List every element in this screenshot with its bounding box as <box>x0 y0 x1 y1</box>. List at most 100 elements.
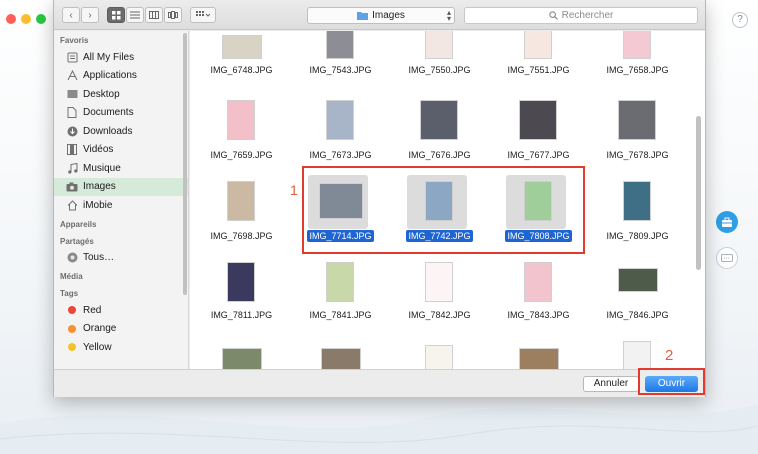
file-item[interactable]: IMG_7842.JPG <box>390 260 489 336</box>
file-item[interactable]: IMG_7543.JPG <box>291 31 390 75</box>
file-item[interactable]: IMG_7673.JPG <box>291 96 390 172</box>
tag-dot-icon <box>66 341 78 353</box>
chevron-left-icon: ‹ <box>69 9 73 21</box>
sidebar-tag-red[interactable]: Red <box>54 301 188 320</box>
zoom-window-button[interactable] <box>36 14 46 24</box>
file-item[interactable]: IMG_7659.JPG <box>192 96 291 172</box>
videos-icon <box>66 144 78 156</box>
columns-icon <box>149 11 159 19</box>
file-item[interactable] <box>489 345 588 369</box>
dialog-toolbar: ‹ › Images ▴ ▾ Rechercher <box>54 0 705 30</box>
sidebar-item-music[interactable]: Musique <box>54 159 188 178</box>
selection-annotation-box <box>302 166 585 254</box>
sidebar-section-title: Favoris <box>60 36 89 45</box>
documents-icon <box>66 107 78 119</box>
image-thumbnail <box>425 31 453 59</box>
file-item[interactable]: IMG_7551.JPG <box>489 31 588 75</box>
file-name: IMG_7842.JPG <box>408 310 471 320</box>
image-thumbnail <box>326 100 354 140</box>
image-thumbnail <box>524 262 552 302</box>
file-item[interactable]: IMG_7678.JPG <box>588 96 687 172</box>
cover-flow-view-button[interactable] <box>164 7 182 23</box>
sidebar-tag-orange[interactable]: Orange <box>54 320 188 339</box>
file-name: IMG_7659.JPG <box>210 150 273 160</box>
image-thumbnail <box>425 345 453 369</box>
step-number-1: 1 <box>290 182 298 198</box>
file-item[interactable]: IMG_7841.JPG <box>291 260 390 336</box>
file-item[interactable]: IMG_7846.JPG <box>588 260 687 336</box>
image-thumbnail <box>623 181 651 221</box>
sidebar-item-all-my-files[interactable]: All My Files <box>54 48 188 67</box>
file-item[interactable]: IMG_7809.JPG <box>588 179 687 255</box>
sidebar-section-title: Partagés <box>60 236 94 246</box>
image-thumbnail <box>618 268 658 292</box>
file-item[interactable]: IMG_6748.JPG <box>192 31 291 75</box>
location-label: Images <box>372 10 405 21</box>
minimize-window-button[interactable] <box>21 14 31 24</box>
grid-icon <box>111 10 120 19</box>
window-controls <box>6 14 46 24</box>
sidebar-item-label: Applications <box>83 70 137 82</box>
file-name: IMG_7658.JPG <box>606 65 669 75</box>
back-button[interactable]: ‹ <box>62 7 80 23</box>
sidebar-item-label: Yellow <box>83 341 112 353</box>
images-icon <box>66 181 78 193</box>
list-view-button[interactable] <box>126 7 144 23</box>
group-by-button[interactable] <box>190 7 216 23</box>
sidebar-item-images[interactable]: Images <box>54 177 188 196</box>
file-name: IMG_7841.JPG <box>309 310 372 320</box>
sidebar-item-imobie[interactable]: iMobie <box>54 196 188 215</box>
search-input[interactable]: Rechercher <box>464 7 698 24</box>
sidebar-item-label: Downloads <box>83 125 133 137</box>
file-name: IMG_7809.JPG <box>606 231 669 241</box>
open-button-annotation-box <box>638 368 705 395</box>
image-thumbnail <box>524 31 552 59</box>
file-name: IMG_7551.JPG <box>507 65 570 75</box>
file-name: IMG_7843.JPG <box>507 310 570 320</box>
image-thumbnail <box>227 181 255 221</box>
sidebar-item-label: All My Files <box>83 51 135 63</box>
cancel-button[interactable]: Annuler <box>583 376 639 392</box>
file-item[interactable]: IMG_7550.JPG <box>390 31 489 75</box>
sidebar-section-title: Tags <box>60 289 79 298</box>
music-icon <box>66 162 78 174</box>
device-button[interactable] <box>716 247 738 269</box>
column-view-button[interactable] <box>145 7 163 23</box>
file-item[interactable]: IMG_7843.JPG <box>489 260 588 336</box>
image-thumbnail <box>326 31 354 59</box>
file-item[interactable] <box>291 345 390 369</box>
icon-view-button[interactable] <box>107 7 125 23</box>
help-button[interactable]: ? <box>732 12 748 28</box>
sidebar-item-applications[interactable]: Applications <box>54 67 188 86</box>
file-name: IMG_7673.JPG <box>309 150 372 160</box>
folder-icon <box>357 12 369 20</box>
image-thumbnail <box>519 348 559 369</box>
sidebar-scrollbar[interactable] <box>183 33 187 295</box>
home-icon <box>66 199 78 211</box>
file-item[interactable]: IMG_7698.JPG <box>192 179 291 255</box>
location-popup[interactable]: Images ▴ ▾ <box>307 7 455 24</box>
file-grid-scrollbar[interactable] <box>696 116 701 270</box>
file-name: IMG_7550.JPG <box>408 65 471 75</box>
dialog-footer: Annuler Ouvrir <box>54 369 705 397</box>
sidebar-item-desktop[interactable]: Desktop <box>54 85 188 104</box>
sidebar-tag-yellow[interactable]: Yellow <box>54 338 188 357</box>
file-item[interactable]: IMG_7811.JPG <box>192 260 291 336</box>
forward-button[interactable]: › <box>81 7 99 23</box>
image-thumbnail <box>326 262 354 302</box>
close-window-button[interactable] <box>6 14 16 24</box>
sidebar-section-title: Média <box>60 272 83 281</box>
image-thumbnail <box>623 31 651 59</box>
file-item[interactable] <box>192 345 291 369</box>
image-thumbnail <box>227 100 255 140</box>
sidebar-item-documents[interactable]: Documents <box>54 104 188 123</box>
file-item[interactable] <box>390 345 489 369</box>
image-thumbnail <box>222 348 262 369</box>
sidebar-item-videos[interactable]: Vidéos <box>54 141 188 160</box>
file-item[interactable]: IMG_7677.JPG <box>489 96 588 172</box>
file-item[interactable]: IMG_7676.JPG <box>390 96 489 172</box>
sidebar-item-downloads[interactable]: Downloads <box>54 122 188 141</box>
file-item[interactable]: IMG_7658.JPG <box>588 31 687 75</box>
toolbox-button[interactable] <box>716 211 738 233</box>
sidebar-item-shared-all[interactable]: Tous… <box>54 249 188 268</box>
